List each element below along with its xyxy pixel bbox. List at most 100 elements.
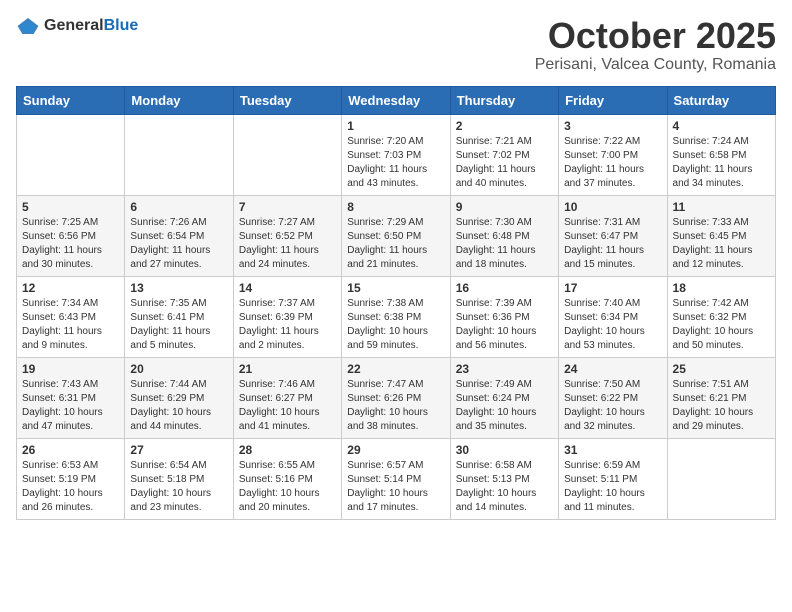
calendar-day-19: 19 Sunrise: 7:43 AM Sunset: 6:31 PM Dayli… xyxy=(17,357,125,438)
calendar-empty-cell xyxy=(125,114,233,195)
calendar-week-row: 5 Sunrise: 7:25 AM Sunset: 6:56 PM Daylig… xyxy=(17,195,776,276)
day-number: 4 xyxy=(673,119,770,133)
day-info: Sunrise: 6:59 AM Sunset: 5:11 PM Dayligh… xyxy=(564,459,661,515)
day-number: 18 xyxy=(673,281,770,295)
calendar-week-row: 1 Sunrise: 7:20 AM Sunset: 7:03 PM Daylig… xyxy=(17,114,776,195)
day-number: 1 xyxy=(347,119,444,133)
day-info: Sunrise: 7:26 AM Sunset: 6:54 PM Dayligh… xyxy=(130,216,227,272)
day-info: Sunrise: 7:51 AM Sunset: 6:21 PM Dayligh… xyxy=(673,378,770,434)
calendar-day-12: 12Sunrise: 7:34 AM Sunset: 6:43 PM Dayli… xyxy=(17,276,125,357)
day-info: Sunrise: 7:35 AM Sunset: 6:41 PM Dayligh… xyxy=(130,297,227,353)
page-header: GeneralBlue October 2025 Perisani, Valce… xyxy=(16,16,776,74)
day-number: 15 xyxy=(347,281,444,295)
calendar-day-16: 16Sunrise: 7:39 AM Sunset: 6:36 PM Dayli… xyxy=(450,276,558,357)
day-info: Sunrise: 7:30 AM Sunset: 6:48 PM Dayligh… xyxy=(456,216,553,272)
calendar-day-4: 4 Sunrise: 7:24 AM Sunset: 6:58 PM Daylig… xyxy=(667,114,775,195)
calendar-day-20: 20 Sunrise: 7:44 AM Sunset: 6:29 PM Dayli… xyxy=(125,357,233,438)
calendar-empty-cell xyxy=(17,114,125,195)
day-info: Sunrise: 7:29 AM Sunset: 6:50 PM Dayligh… xyxy=(347,216,444,272)
day-info: Sunrise: 7:33 AM Sunset: 6:45 PM Dayligh… xyxy=(673,216,770,272)
day-number: 26 xyxy=(22,443,119,457)
day-info: Sunrise: 7:24 AM Sunset: 6:58 PM Dayligh… xyxy=(673,135,770,191)
day-number: 25 xyxy=(673,362,770,376)
day-number: 8 xyxy=(347,200,444,214)
day-info: Sunrise: 6:55 AM Sunset: 5:16 PM Dayligh… xyxy=(239,459,336,515)
calendar-day-24: 24 Sunrise: 7:50 AM Sunset: 6:22 PM Dayli… xyxy=(559,357,667,438)
weekday-header-wednesday: Wednesday xyxy=(342,86,450,114)
calendar-empty-cell xyxy=(667,438,775,519)
calendar-day-23: 23Sunrise: 7:49 AM Sunset: 6:24 PM Dayli… xyxy=(450,357,558,438)
day-info: Sunrise: 7:44 AM Sunset: 6:29 PM Dayligh… xyxy=(130,378,227,434)
calendar-day-5: 5 Sunrise: 7:25 AM Sunset: 6:56 PM Daylig… xyxy=(17,195,125,276)
day-info: Sunrise: 7:22 AM Sunset: 7:00 PM Dayligh… xyxy=(564,135,661,191)
day-number: 7 xyxy=(239,200,336,214)
calendar-day-6: 6 Sunrise: 7:26 AM Sunset: 6:54 PM Daylig… xyxy=(125,195,233,276)
calendar-day-18: 18 Sunrise: 7:42 AM Sunset: 6:32 PM Dayli… xyxy=(667,276,775,357)
calendar-week-row: 19 Sunrise: 7:43 AM Sunset: 6:31 PM Dayli… xyxy=(17,357,776,438)
day-info: Sunrise: 7:43 AM Sunset: 6:31 PM Dayligh… xyxy=(22,378,119,434)
day-number: 3 xyxy=(564,119,661,133)
calendar-day-11: 11 Sunrise: 7:33 AM Sunset: 6:45 PM Dayli… xyxy=(667,195,775,276)
day-number: 9 xyxy=(456,200,553,214)
calendar-empty-cell xyxy=(233,114,341,195)
day-info: Sunrise: 7:21 AM Sunset: 7:02 PM Dayligh… xyxy=(456,135,553,191)
calendar-day-7: 7 Sunrise: 7:27 AM Sunset: 6:52 PM Daylig… xyxy=(233,195,341,276)
day-info: Sunrise: 7:40 AM Sunset: 6:34 PM Dayligh… xyxy=(564,297,661,353)
calendar-day-30: 30 Sunrise: 6:58 AM Sunset: 5:13 PM Dayli… xyxy=(450,438,558,519)
calendar-day-25: 25 Sunrise: 7:51 AM Sunset: 6:21 PM Dayli… xyxy=(667,357,775,438)
calendar-day-13: 13 Sunrise: 7:35 AM Sunset: 6:41 PM Dayli… xyxy=(125,276,233,357)
calendar-day-3: 3 Sunrise: 7:22 AM Sunset: 7:00 PM Daylig… xyxy=(559,114,667,195)
day-number: 30 xyxy=(456,443,553,457)
day-number: 24 xyxy=(564,362,661,376)
calendar-day-14: 14Sunrise: 7:37 AM Sunset: 6:39 PM Dayli… xyxy=(233,276,341,357)
day-info: Sunrise: 7:47 AM Sunset: 6:26 PM Dayligh… xyxy=(347,378,444,434)
day-number: 29 xyxy=(347,443,444,457)
calendar-day-9: 9 Sunrise: 7:30 AM Sunset: 6:48 PM Daylig… xyxy=(450,195,558,276)
calendar-day-26: 26 Sunrise: 6:53 AM Sunset: 5:19 PM Dayli… xyxy=(17,438,125,519)
weekday-header-monday: Monday xyxy=(125,86,233,114)
day-number: 5 xyxy=(22,200,119,214)
day-info: Sunrise: 7:39 AM Sunset: 6:36 PM Dayligh… xyxy=(456,297,553,353)
day-info: Sunrise: 7:46 AM Sunset: 6:27 PM Dayligh… xyxy=(239,378,336,434)
day-number: 12 xyxy=(22,281,119,295)
location-title: Perisani, Valcea County, Romania xyxy=(535,56,776,74)
day-info: Sunrise: 7:31 AM Sunset: 6:47 PM Dayligh… xyxy=(564,216,661,272)
calendar-day-15: 15Sunrise: 7:38 AM Sunset: 6:38 PM Dayli… xyxy=(342,276,450,357)
weekday-header-sunday: Sunday xyxy=(17,86,125,114)
day-number: 11 xyxy=(673,200,770,214)
day-info: Sunrise: 7:25 AM Sunset: 6:56 PM Dayligh… xyxy=(22,216,119,272)
day-info: Sunrise: 6:53 AM Sunset: 5:19 PM Dayligh… xyxy=(22,459,119,515)
day-info: Sunrise: 7:50 AM Sunset: 6:22 PM Dayligh… xyxy=(564,378,661,434)
day-info: Sunrise: 6:54 AM Sunset: 5:18 PM Dayligh… xyxy=(130,459,227,515)
weekday-header-friday: Friday xyxy=(559,86,667,114)
day-number: 22 xyxy=(347,362,444,376)
day-info: Sunrise: 7:37 AM Sunset: 6:39 PM Dayligh… xyxy=(239,297,336,353)
day-number: 6 xyxy=(130,200,227,214)
day-info: Sunrise: 6:57 AM Sunset: 5:14 PM Dayligh… xyxy=(347,459,444,515)
day-number: 13 xyxy=(130,281,227,295)
day-info: Sunrise: 7:20 AM Sunset: 7:03 PM Dayligh… xyxy=(347,135,444,191)
day-number: 19 xyxy=(22,362,119,376)
calendar-day-1: 1 Sunrise: 7:20 AM Sunset: 7:03 PM Daylig… xyxy=(342,114,450,195)
calendar-table: SundayMondayTuesdayWednesdayThursdayFrid… xyxy=(16,86,776,520)
logo-blue: Blue xyxy=(104,17,139,34)
weekday-header-row: SundayMondayTuesdayWednesdayThursdayFrid… xyxy=(17,86,776,114)
day-info: Sunrise: 6:58 AM Sunset: 5:13 PM Dayligh… xyxy=(456,459,553,515)
calendar-day-31: 31Sunrise: 6:59 AM Sunset: 5:11 PM Dayli… xyxy=(559,438,667,519)
day-number: 17 xyxy=(564,281,661,295)
day-number: 20 xyxy=(130,362,227,376)
calendar-day-21: 21Sunrise: 7:46 AM Sunset: 6:27 PM Dayli… xyxy=(233,357,341,438)
logo-general: General xyxy=(44,17,104,34)
calendar-day-22: 22 Sunrise: 7:47 AM Sunset: 6:26 PM Dayli… xyxy=(342,357,450,438)
calendar-week-row: 26 Sunrise: 6:53 AM Sunset: 5:19 PM Dayli… xyxy=(17,438,776,519)
calendar-day-2: 2Sunrise: 7:21 AM Sunset: 7:02 PM Daylig… xyxy=(450,114,558,195)
weekday-header-tuesday: Tuesday xyxy=(233,86,341,114)
day-number: 27 xyxy=(130,443,227,457)
day-info: Sunrise: 7:27 AM Sunset: 6:52 PM Dayligh… xyxy=(239,216,336,272)
calendar-day-28: 28 Sunrise: 6:55 AM Sunset: 5:16 PM Dayli… xyxy=(233,438,341,519)
day-number: 10 xyxy=(564,200,661,214)
calendar-day-27: 27 Sunrise: 6:54 AM Sunset: 5:18 PM Dayli… xyxy=(125,438,233,519)
day-number: 28 xyxy=(239,443,336,457)
day-info: Sunrise: 7:42 AM Sunset: 6:32 PM Dayligh… xyxy=(673,297,770,353)
logo: GeneralBlue xyxy=(16,16,138,36)
